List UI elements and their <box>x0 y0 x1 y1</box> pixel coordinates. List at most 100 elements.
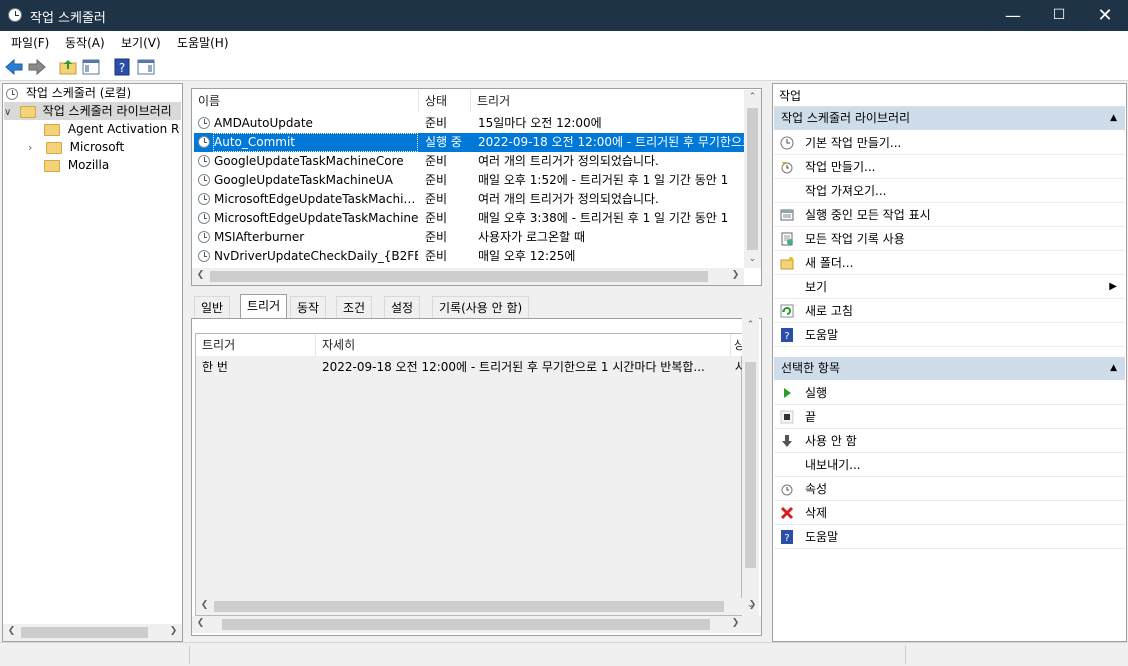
trigger-horizontal-scrollbar[interactable]: ❮ ❯ <box>196 598 756 615</box>
task-row[interactable]: MicrosoftEdgeUpdateTaskMachineUA 준비 매일 오… <box>194 209 744 228</box>
scroll-left-icon[interactable]: ❮ <box>3 626 20 636</box>
action-run[interactable]: 실행 <box>774 381 1125 405</box>
action-refresh[interactable]: 새로 고침 <box>774 299 1125 323</box>
tab-conditions[interactable]: 조건 <box>336 296 373 318</box>
chevron-down-icon[interactable]: ∨ <box>4 104 16 122</box>
action-enable-history[interactable]: 모든 작업 기록 사용 <box>774 227 1125 251</box>
scroll-thumb[interactable] <box>222 619 710 630</box>
tree-root[interactable]: 작업 스케줄러 (로컬) <box>6 84 131 102</box>
scroll-right-icon[interactable]: ❯ <box>744 600 761 610</box>
action-properties[interactable]: 속성 <box>774 477 1125 501</box>
action-help-selected[interactable]: ? 도움말 <box>774 525 1125 549</box>
menu-view[interactable]: 보기(V) <box>121 34 161 51</box>
scroll-right-icon[interactable]: ❯ <box>727 618 744 628</box>
task-list-horizontal-scrollbar[interactable]: ❮ ❯ <box>192 268 744 285</box>
action-create-task[interactable]: 작업 만들기... <box>774 155 1125 179</box>
scroll-left-icon[interactable]: ❮ <box>196 600 213 610</box>
action-help[interactable]: ? 도움말 <box>774 323 1125 347</box>
detail-column-header[interactable]: 자세히 <box>316 334 731 356</box>
task-name: MicrosoftEdgeUpdateTaskMachineUA <box>214 211 418 225</box>
trigger-row[interactable]: 한 번 2022-09-18 오전 12:00에 - 트리거된 후 무기한으로 … <box>196 358 744 377</box>
task-trigger: 매일 오후 12:25에 <box>478 249 576 263</box>
scroll-thumb[interactable] <box>745 362 756 568</box>
back-arrow-icon[interactable] <box>4 57 24 77</box>
tab-history[interactable]: 기록(사용 안 함) <box>432 296 530 318</box>
library-section-header[interactable]: 작업 스케줄러 라이브러리 ▲ <box>774 107 1125 130</box>
action-disable[interactable]: 사용 안 함 <box>774 429 1125 453</box>
scroll-thumb[interactable] <box>210 271 708 282</box>
trigger-vertical-scrollbar[interactable]: ⌃ ⌄ <box>742 318 759 616</box>
column-trigger-header[interactable]: 트리거 <box>471 90 744 112</box>
action-label: 작업 만들기... <box>805 160 876 174</box>
tree-horizontal-scrollbar[interactable]: ❮ ❯ <box>3 624 182 641</box>
scroll-left-icon[interactable]: ❮ <box>192 618 209 628</box>
column-status-header[interactable]: 상태 <box>419 90 471 112</box>
task-clock-icon <box>198 212 210 224</box>
folder-icon <box>44 123 60 136</box>
task-row[interactable]: MicrosoftEdgeUpdateTaskMachineCore 준비 여러… <box>194 190 744 209</box>
action-export[interactable]: 내보내기... <box>774 453 1125 477</box>
forward-arrow-icon[interactable] <box>27 57 47 77</box>
basic-task-icon <box>780 136 794 150</box>
action-end[interactable]: 끝 <box>774 405 1125 429</box>
scroll-up-icon[interactable]: ⌃ <box>742 320 759 330</box>
task-row[interactable]: MSIAfterburner 준비 사용자가 로그온할 때 <box>194 228 744 247</box>
scroll-up-icon[interactable]: ⌃ <box>744 92 761 102</box>
action-delete[interactable]: 삭제 <box>774 501 1125 525</box>
chevron-right-icon[interactable]: › <box>28 139 42 157</box>
task-trigger: 매일 오후 3:38에 - 트리거된 후 1 일 기간 동안 1 <box>478 211 729 225</box>
minimize-button[interactable]: — <box>990 0 1036 31</box>
scroll-left-icon[interactable]: ❮ <box>192 270 209 280</box>
column-name-header[interactable]: 이름 <box>192 90 419 112</box>
menu-action[interactable]: 동작(A) <box>65 34 105 51</box>
action-view[interactable]: 보기 ▶ <box>774 275 1125 299</box>
task-row[interactable]: GoogleUpdateTaskMachineCore 준비 여러 개의 트리거… <box>194 152 744 171</box>
tree-item-label: Microsoft <box>69 140 125 154</box>
scroll-right-icon[interactable]: ❯ <box>727 270 744 280</box>
menu-help[interactable]: 도움말(H) <box>177 34 229 51</box>
scroll-right-icon[interactable]: ❯ <box>165 626 182 636</box>
tab-general[interactable]: 일반 <box>194 296 231 318</box>
menu-file[interactable]: 파일(F) <box>11 34 49 51</box>
detail-horizontal-scrollbar[interactable]: ❮ ❯ <box>192 616 761 633</box>
action-label: 삭제 <box>805 506 828 520</box>
task-row[interactable]: GoogleUpdateTaskMachineUA 준비 매일 오후 1:52에… <box>194 171 744 190</box>
show-hide-action-pane-icon[interactable] <box>136 57 156 77</box>
task-row[interactable]: AMDAutoUpdate 준비 15일마다 오전 12:00에 <box>194 114 744 133</box>
task-list-vertical-scrollbar[interactable]: ⌃ ⌄ <box>744 90 761 268</box>
tree-item-mozilla[interactable]: Mozilla <box>44 156 109 174</box>
help-icon[interactable]: ? <box>112 57 132 77</box>
running-tasks-icon <box>780 209 794 221</box>
trigger-column-header[interactable]: 트리거 <box>196 334 316 356</box>
scroll-thumb[interactable] <box>21 627 148 638</box>
tab-actions[interactable]: 동작 <box>290 296 327 318</box>
show-hide-console-tree-icon[interactable] <box>81 57 101 77</box>
scroll-thumb[interactable] <box>214 601 724 612</box>
maximize-button[interactable]: ☐ <box>1036 0 1082 31</box>
close-button[interactable]: ✕ <box>1082 0 1128 31</box>
tab-settings[interactable]: 설정 <box>384 296 421 318</box>
disable-icon <box>782 435 792 447</box>
end-icon <box>780 410 794 424</box>
task-status: 준비 <box>425 116 448 130</box>
scroll-down-icon[interactable]: ⌄ <box>744 254 761 264</box>
action-import-task[interactable]: 작업 가져오기... <box>774 179 1125 203</box>
scroll-thumb[interactable] <box>747 108 758 250</box>
tree-item-agent-activation[interactable]: Agent Activation Runtime <box>44 120 180 138</box>
tab-triggers[interactable]: 트리거 <box>240 294 288 319</box>
action-show-running[interactable]: 실행 중인 모든 작업 표시 <box>774 203 1125 227</box>
tree-library[interactable]: ∨ 작업 스케줄러 라이브러리 <box>4 102 181 120</box>
tree-item-microsoft[interactable]: › Microsoft <box>28 138 124 156</box>
up-folder-icon[interactable] <box>58 57 78 77</box>
selected-section-header[interactable]: 선택한 항목 ▲ <box>774 357 1125 380</box>
action-basic-task[interactable]: 기본 작업 만들기... <box>774 131 1125 155</box>
task-row-selected[interactable]: Auto_Commit 실행 중 2022-09-18 오전 12:00에 - … <box>194 133 744 152</box>
collapse-icon[interactable]: ▲ <box>1110 107 1117 130</box>
task-status: 실행 중 <box>425 135 462 149</box>
action-label: 실행 중인 모든 작업 표시 <box>805 208 931 222</box>
action-label: 실행 <box>805 386 828 400</box>
task-clock-icon <box>198 231 210 243</box>
collapse-icon[interactable]: ▲ <box>1110 357 1117 380</box>
task-row[interactable]: NvDriverUpdateCheckDaily_{B2FE19 준비 매일 오… <box>194 247 744 266</box>
action-new-folder[interactable]: 새 폴더... <box>774 251 1125 275</box>
